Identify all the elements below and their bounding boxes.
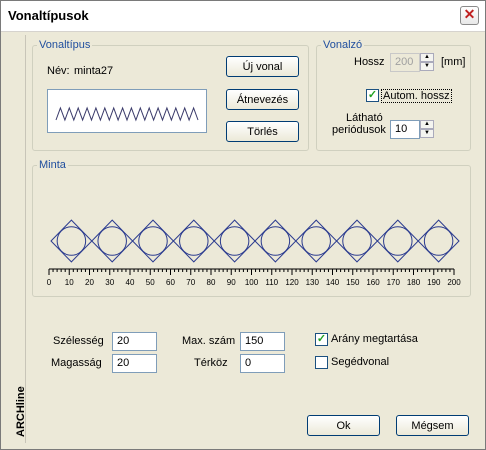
- close-icon: ✕: [463, 6, 476, 22]
- line-preview-svg: [55, 106, 199, 122]
- ruler-tick-label: 170: [387, 278, 401, 287]
- gap-label: Térköz: [194, 357, 228, 369]
- keep-ratio-label[interactable]: Arány megtartása: [331, 333, 418, 345]
- ruler-tick-label: 120: [285, 278, 299, 287]
- ruler-tick-label: 50: [146, 278, 155, 287]
- ruler-tick-label: 150: [346, 278, 360, 287]
- ruler-tick-label: 200: [447, 278, 461, 287]
- new-line-button[interactable]: Új vonal: [226, 56, 299, 77]
- window-title: Vonaltípusok: [8, 8, 89, 23]
- line-preview[interactable]: [47, 89, 207, 133]
- ruler-tick-label: 0: [47, 278, 52, 287]
- height-input[interactable]: 20: [112, 354, 157, 373]
- max-count-input[interactable]: 150: [240, 332, 285, 351]
- pattern-ruler-svg: 0 10 20 30 40 50 60 70 80 90 100 110 120 130 140 150 160…: [47, 219, 461, 287]
- ruler-tick-label: 140: [326, 278, 340, 287]
- gap-input[interactable]: 0: [240, 354, 285, 373]
- visible-periods-spinner[interactable]: ▲ ▼: [420, 120, 434, 139]
- helper-line-label[interactable]: Segédvonal: [331, 356, 389, 368]
- sidebar-label: ARCHline: [15, 386, 27, 437]
- name-label: Név:: [47, 65, 70, 77]
- visible-periods-input[interactable]: 10: [390, 120, 420, 139]
- length-input[interactable]: 200: [390, 53, 420, 72]
- spin-up-icon[interactable]: ▲: [420, 53, 434, 62]
- ruler-tick-label: 90: [227, 278, 236, 287]
- helper-line-checkbox[interactable]: [315, 356, 328, 369]
- rename-button[interactable]: Átnevezés: [226, 89, 299, 110]
- pattern-group: [50, 219, 460, 263]
- cancel-button[interactable]: Mégsem: [396, 415, 469, 436]
- title-bar[interactable]: Vonaltípusok ✕: [1, 1, 485, 32]
- ruler-tick-label: 60: [166, 278, 175, 287]
- length-unit: [mm]: [441, 56, 466, 68]
- ruler-tick-label: 180: [407, 278, 421, 287]
- sidebar-strip: ARCHline: [5, 35, 27, 443]
- minta-legend: Minta: [39, 159, 66, 171]
- vonaltipus-legend: Vonaltípus: [39, 39, 91, 51]
- spin-down-icon[interactable]: ▼: [420, 129, 434, 138]
- width-input[interactable]: 20: [112, 332, 157, 351]
- ruler-tick-label: 40: [126, 278, 135, 287]
- auto-length-label[interactable]: Autom. hossz: [381, 89, 452, 103]
- preview-pattern-line: [55, 106, 199, 122]
- ruler-tick-label: 30: [105, 278, 114, 287]
- ruler-tick-label: 100: [245, 278, 259, 287]
- close-button[interactable]: ✕: [460, 6, 479, 25]
- ruler-tick-label: 80: [207, 278, 216, 287]
- ruler-tick-label: 130: [306, 278, 320, 287]
- keep-ratio-checkbox[interactable]: ✓: [315, 333, 328, 346]
- auto-length-checkbox[interactable]: ✓: [366, 89, 379, 102]
- name-value: minta27: [74, 65, 114, 77]
- length-spinner[interactable]: ▲ ▼: [420, 53, 434, 72]
- ok-button[interactable]: Ok: [307, 415, 380, 436]
- ruler-tick-label: 10: [65, 278, 74, 287]
- ruler-tick-label: 160: [366, 278, 380, 287]
- spin-up-icon[interactable]: ▲: [420, 120, 434, 129]
- spin-down-icon[interactable]: ▼: [420, 62, 434, 71]
- dialog-window: Vonaltípusok ✕ ARCHline Vonaltípus Név: …: [0, 0, 486, 450]
- height-label: Magasság: [51, 357, 102, 369]
- visible-periods-label-2: periódusok: [332, 124, 386, 136]
- max-count-label: Max. szám: [182, 335, 236, 347]
- checkmark-icon: ✓: [367, 89, 378, 101]
- width-label: Szélesség: [53, 335, 104, 347]
- ruler-tick-label: 20: [85, 278, 94, 287]
- ruler-tick-label: 110: [265, 278, 278, 287]
- ruler-tick-label: 70: [186, 278, 195, 287]
- vonalzo-legend: Vonalzó: [323, 39, 363, 51]
- length-label: Hossz: [354, 56, 385, 68]
- delete-button[interactable]: Törlés: [226, 121, 299, 142]
- ruler-group: 0 10 20 30 40 50 60 70 80 90 100 110 120 130 140 150 160…: [47, 268, 461, 287]
- visible-periods-label-1: Látható: [346, 112, 383, 124]
- ruler-tick-label: 190: [427, 278, 441, 287]
- checkmark-icon: ✓: [316, 333, 327, 345]
